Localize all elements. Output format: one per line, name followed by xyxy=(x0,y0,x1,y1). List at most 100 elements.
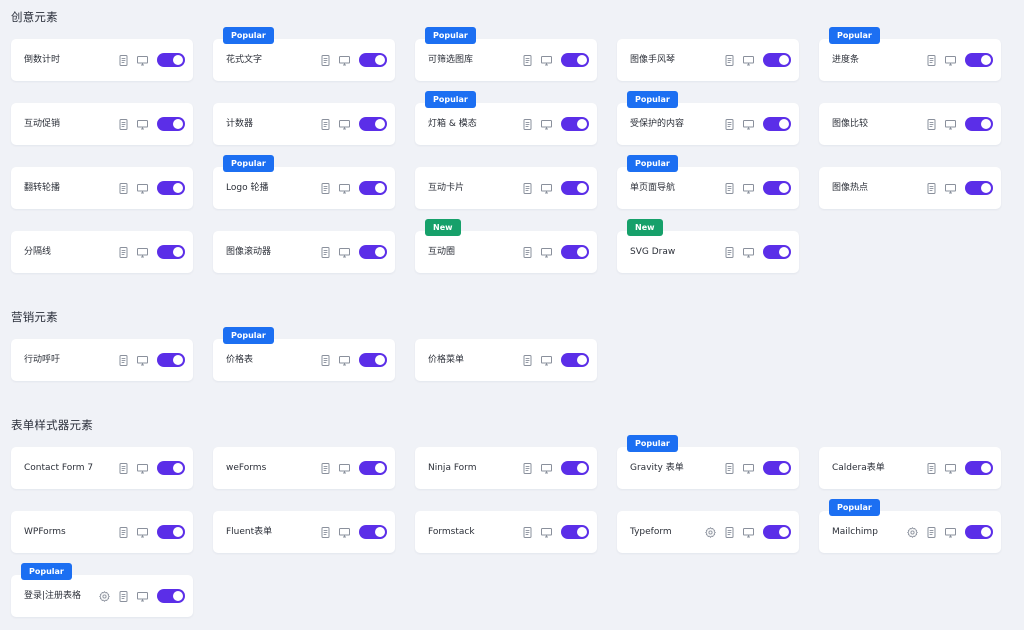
documentation-icon[interactable] xyxy=(319,182,332,195)
documentation-icon[interactable] xyxy=(319,526,332,539)
documentation-icon[interactable] xyxy=(925,54,938,67)
demo-monitor-icon[interactable] xyxy=(742,54,755,67)
demo-monitor-icon[interactable] xyxy=(742,182,755,195)
documentation-icon[interactable] xyxy=(925,118,938,131)
demo-monitor-icon[interactable] xyxy=(136,526,149,539)
demo-monitor-icon[interactable] xyxy=(338,354,351,367)
demo-monitor-icon[interactable] xyxy=(136,54,149,67)
demo-monitor-icon[interactable] xyxy=(136,354,149,367)
demo-monitor-icon[interactable] xyxy=(944,182,957,195)
demo-monitor-icon[interactable] xyxy=(742,526,755,539)
enable-toggle[interactable] xyxy=(359,525,387,539)
gear-icon[interactable] xyxy=(906,526,919,539)
demo-monitor-icon[interactable] xyxy=(540,526,553,539)
demo-monitor-icon[interactable] xyxy=(338,118,351,131)
demo-monitor-icon[interactable] xyxy=(338,54,351,67)
enable-toggle[interactable] xyxy=(157,525,185,539)
enable-toggle[interactable] xyxy=(965,181,993,195)
documentation-icon[interactable] xyxy=(319,462,332,475)
enable-toggle[interactable] xyxy=(157,353,185,367)
enable-toggle[interactable] xyxy=(157,461,185,475)
demo-monitor-icon[interactable] xyxy=(944,526,957,539)
documentation-icon[interactable] xyxy=(521,118,534,131)
enable-toggle[interactable] xyxy=(763,117,791,131)
demo-monitor-icon[interactable] xyxy=(338,462,351,475)
demo-monitor-icon[interactable] xyxy=(944,118,957,131)
demo-monitor-icon[interactable] xyxy=(136,590,149,603)
documentation-icon[interactable] xyxy=(117,246,130,259)
documentation-icon[interactable] xyxy=(117,462,130,475)
documentation-icon[interactable] xyxy=(723,526,736,539)
documentation-icon[interactable] xyxy=(925,526,938,539)
enable-toggle[interactable] xyxy=(359,53,387,67)
enable-toggle[interactable] xyxy=(359,353,387,367)
documentation-icon[interactable] xyxy=(117,182,130,195)
documentation-icon[interactable] xyxy=(521,462,534,475)
documentation-icon[interactable] xyxy=(723,54,736,67)
enable-toggle[interactable] xyxy=(561,245,589,259)
enable-toggle[interactable] xyxy=(561,53,589,67)
documentation-icon[interactable] xyxy=(723,246,736,259)
documentation-icon[interactable] xyxy=(925,182,938,195)
documentation-icon[interactable] xyxy=(117,54,130,67)
enable-toggle[interactable] xyxy=(763,245,791,259)
enable-toggle[interactable] xyxy=(561,353,589,367)
documentation-icon[interactable] xyxy=(723,462,736,475)
documentation-icon[interactable] xyxy=(319,246,332,259)
enable-toggle[interactable] xyxy=(763,525,791,539)
gear-icon[interactable] xyxy=(98,590,111,603)
documentation-icon[interactable] xyxy=(925,462,938,475)
demo-monitor-icon[interactable] xyxy=(742,246,755,259)
enable-toggle[interactable] xyxy=(561,181,589,195)
enable-toggle[interactable] xyxy=(965,117,993,131)
documentation-icon[interactable] xyxy=(521,526,534,539)
demo-monitor-icon[interactable] xyxy=(540,354,553,367)
documentation-icon[interactable] xyxy=(117,118,130,131)
enable-toggle[interactable] xyxy=(965,525,993,539)
demo-monitor-icon[interactable] xyxy=(944,54,957,67)
documentation-icon[interactable] xyxy=(117,590,130,603)
documentation-icon[interactable] xyxy=(521,354,534,367)
documentation-icon[interactable] xyxy=(723,118,736,131)
demo-monitor-icon[interactable] xyxy=(742,118,755,131)
demo-monitor-icon[interactable] xyxy=(540,182,553,195)
enable-toggle[interactable] xyxy=(965,461,993,475)
enable-toggle[interactable] xyxy=(763,461,791,475)
enable-toggle[interactable] xyxy=(157,53,185,67)
documentation-icon[interactable] xyxy=(723,182,736,195)
demo-monitor-icon[interactable] xyxy=(338,182,351,195)
demo-monitor-icon[interactable] xyxy=(136,246,149,259)
demo-monitor-icon[interactable] xyxy=(742,462,755,475)
demo-monitor-icon[interactable] xyxy=(540,54,553,67)
demo-monitor-icon[interactable] xyxy=(338,526,351,539)
enable-toggle[interactable] xyxy=(561,525,589,539)
documentation-icon[interactable] xyxy=(319,54,332,67)
enable-toggle[interactable] xyxy=(763,53,791,67)
demo-monitor-icon[interactable] xyxy=(540,118,553,131)
demo-monitor-icon[interactable] xyxy=(540,462,553,475)
demo-monitor-icon[interactable] xyxy=(338,246,351,259)
enable-toggle[interactable] xyxy=(359,461,387,475)
demo-monitor-icon[interactable] xyxy=(540,246,553,259)
enable-toggle[interactable] xyxy=(359,117,387,131)
enable-toggle[interactable] xyxy=(561,117,589,131)
documentation-icon[interactable] xyxy=(521,246,534,259)
demo-monitor-icon[interactable] xyxy=(136,462,149,475)
documentation-icon[interactable] xyxy=(319,354,332,367)
demo-monitor-icon[interactable] xyxy=(136,118,149,131)
documentation-icon[interactable] xyxy=(117,526,130,539)
documentation-icon[interactable] xyxy=(117,354,130,367)
demo-monitor-icon[interactable] xyxy=(944,462,957,475)
enable-toggle[interactable] xyxy=(965,53,993,67)
enable-toggle[interactable] xyxy=(157,589,185,603)
enable-toggle[interactable] xyxy=(359,181,387,195)
gear-icon[interactable] xyxy=(704,526,717,539)
documentation-icon[interactable] xyxy=(521,182,534,195)
enable-toggle[interactable] xyxy=(157,245,185,259)
documentation-icon[interactable] xyxy=(319,118,332,131)
enable-toggle[interactable] xyxy=(561,461,589,475)
enable-toggle[interactable] xyxy=(359,245,387,259)
demo-monitor-icon[interactable] xyxy=(136,182,149,195)
enable-toggle[interactable] xyxy=(157,117,185,131)
enable-toggle[interactable] xyxy=(157,181,185,195)
